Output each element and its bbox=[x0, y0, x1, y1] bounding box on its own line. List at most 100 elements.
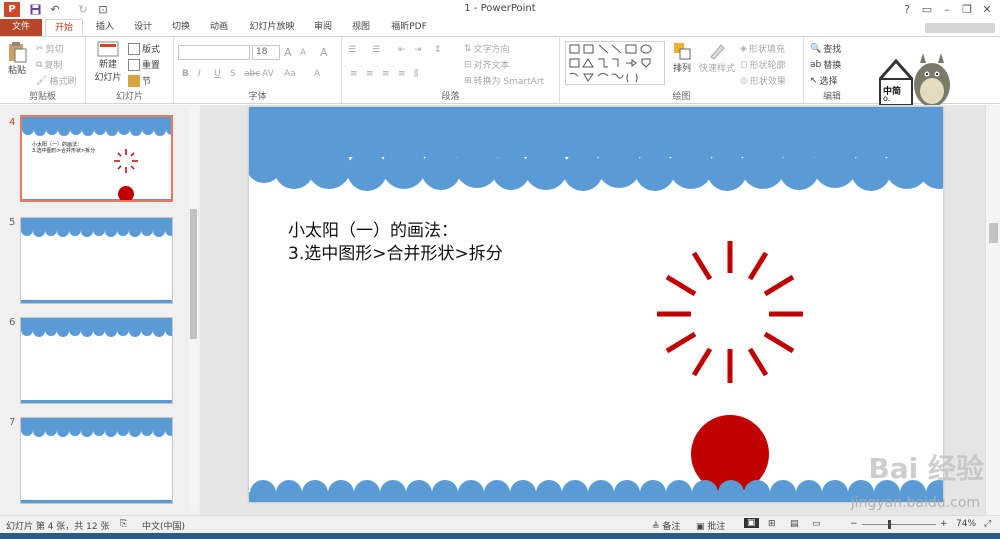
select-button[interactable]: ↖ 选择 bbox=[810, 74, 838, 88]
section-label: 节 bbox=[142, 77, 152, 87]
slideshow-view-icon[interactable]: ▭ bbox=[812, 519, 821, 529]
zoom-in-button[interactable]: + bbox=[940, 519, 948, 529]
slide-count-status: 幻灯片 第 4 张，共 12 张 bbox=[6, 522, 110, 532]
bullets-button[interactable]: ☰ bbox=[348, 45, 356, 55]
thumbnail-text: 小太阳（一）的画法： 3.选中图形>合并形状>拆分 bbox=[32, 142, 95, 154]
align-center-button[interactable]: ≡ bbox=[366, 69, 374, 79]
restore-button[interactable]: ❐ bbox=[958, 2, 976, 17]
cut-button[interactable]: ✂ 剪切 bbox=[36, 42, 64, 56]
increase-indent-button[interactable]: ⇥ bbox=[414, 45, 422, 55]
new-slide-button[interactable]: 新建 幻灯片 bbox=[90, 41, 126, 83]
tab-home[interactable]: 开始 bbox=[45, 19, 83, 36]
shapes-gallery[interactable] bbox=[565, 41, 665, 85]
zoom-level[interactable]: 74% bbox=[956, 519, 976, 529]
decrease-indent-button[interactable]: ⇤ bbox=[398, 45, 406, 55]
tab-animations[interactable]: 动画 bbox=[204, 19, 234, 36]
align-left-button[interactable]: ≡ bbox=[350, 69, 358, 79]
font-size-combo[interactable]: 18 bbox=[252, 45, 280, 60]
fit-to-window-icon[interactable]: ⤢ bbox=[984, 519, 991, 529]
reading-view-icon[interactable]: ▤ bbox=[790, 519, 799, 529]
shadow-button[interactable]: S bbox=[230, 69, 236, 79]
underline-button[interactable]: U bbox=[214, 69, 221, 79]
columns-button[interactable]: ⫼ bbox=[414, 69, 418, 79]
tab-transitions[interactable]: 切换 bbox=[166, 19, 196, 36]
numbering-button[interactable]: ☰ bbox=[372, 45, 380, 55]
window-title: 1 - PowerPoint bbox=[464, 3, 536, 14]
change-case-button[interactable]: Aa bbox=[284, 69, 296, 79]
shape-effects-button[interactable]: ◎ 形状效果 bbox=[740, 74, 786, 88]
copy-button[interactable]: ⧉ 复制 bbox=[36, 58, 62, 72]
character-spacing-button[interactable]: AV bbox=[262, 69, 274, 79]
slide-thumbnail-7[interactable] bbox=[20, 417, 173, 504]
justify-button[interactable]: ≡ bbox=[398, 69, 406, 79]
notes-button[interactable]: ≜ 备注 bbox=[652, 519, 680, 532]
slide-sorter-view-icon[interactable]: ⊞ bbox=[768, 519, 776, 529]
zoom-out-button[interactable]: − bbox=[850, 519, 858, 529]
clear-formatting-button[interactable]: A bbox=[320, 46, 328, 59]
language-status[interactable]: 中文(中国) bbox=[142, 519, 185, 532]
tab-foxit-pdf[interactable]: 福昕PDF bbox=[386, 19, 432, 36]
zoom-slider-thumb[interactable] bbox=[888, 520, 891, 529]
tab-file[interactable]: 文件 bbox=[0, 19, 42, 36]
status-bar: 幻灯片 第 4 张，共 12 张 ⎘ 中文(中国) ≜ 备注 ▣ 批注 ▣ ⊞ … bbox=[0, 515, 1000, 533]
help-button[interactable]: ? bbox=[898, 2, 916, 17]
strikethrough-button[interactable]: abc bbox=[244, 69, 260, 79]
slide-text-box[interactable]: 小太阳（一）的画法： 3.选中图形>合并形状>拆分 bbox=[288, 220, 503, 266]
minimize-button[interactable]: – bbox=[938, 2, 956, 17]
redo-icon[interactable]: ↻ bbox=[76, 2, 90, 17]
tab-review[interactable]: 审阅 bbox=[308, 19, 338, 36]
fill-icon: ◈ bbox=[740, 43, 747, 54]
undo-icon[interactable]: ↶ bbox=[48, 2, 62, 17]
zoom-slider[interactable] bbox=[862, 524, 936, 525]
layout-button[interactable]: 版式 bbox=[128, 42, 160, 55]
brush-icon: 🖌 bbox=[36, 75, 48, 86]
bold-button[interactable]: B bbox=[182, 69, 189, 79]
italic-button[interactable]: I bbox=[198, 69, 201, 79]
user-account[interactable] bbox=[925, 23, 995, 33]
tab-design[interactable]: 设计 bbox=[128, 19, 158, 36]
tab-slideshow[interactable]: 幻灯片放映 bbox=[243, 19, 301, 36]
text-direction-button[interactable]: ⇅ 文字方向 bbox=[464, 42, 510, 56]
line-spacing-button[interactable]: ↕ bbox=[434, 45, 442, 55]
start-presentation-icon[interactable]: ⊡ bbox=[96, 2, 110, 17]
font-color-button[interactable]: A bbox=[314, 69, 320, 79]
align-text-button[interactable]: ⊟ 对齐文本 bbox=[464, 58, 510, 72]
line-spacing-icon: ↕ bbox=[434, 45, 442, 55]
find-button[interactable]: 🔍 查找 bbox=[810, 42, 841, 56]
normal-view-icon[interactable]: ▣ bbox=[744, 518, 759, 528]
slide-thumbnail-5[interactable] bbox=[20, 217, 173, 304]
slides-group: 新建 幻灯片 版式 重置 节 幻灯片 bbox=[86, 37, 174, 103]
shrink-font-button[interactable]: A bbox=[300, 48, 306, 58]
format-painter-button[interactable]: 🖌 格式刷 bbox=[36, 74, 76, 88]
reset-label: 重置 bbox=[142, 61, 161, 71]
grow-font-button[interactable]: A bbox=[284, 46, 292, 59]
replace-button[interactable]: ab 替换 bbox=[810, 58, 841, 72]
shape-fill-button[interactable]: ◈ 形状填充 bbox=[740, 42, 785, 56]
slide-vertical-scrollbar[interactable] bbox=[985, 105, 1000, 515]
tab-view[interactable]: 视图 bbox=[346, 19, 376, 36]
close-button[interactable]: ✕ bbox=[978, 2, 996, 17]
comments-button[interactable]: ▣ 批注 bbox=[696, 519, 725, 532]
reset-button[interactable]: 重置 bbox=[128, 58, 160, 71]
tab-insert[interactable]: 插入 bbox=[90, 19, 120, 36]
find-icon: 🔍 bbox=[810, 43, 822, 54]
shape-outline-button[interactable]: ◻ 形状轮廓 bbox=[740, 58, 786, 72]
slide-thumbnail-4[interactable]: 小太阳（一）的画法： 3.选中图形>合并形状>拆分 bbox=[20, 115, 173, 202]
section-button[interactable]: 节 bbox=[128, 74, 151, 87]
thumbnail-scrollbar-thumb[interactable] bbox=[190, 209, 197, 339]
arrange-button[interactable]: 排列 bbox=[670, 41, 694, 74]
justify-icon: ≡ bbox=[398, 69, 406, 79]
align-right-button[interactable]: ≡ bbox=[382, 69, 390, 79]
slide-thumbnail-6[interactable] bbox=[20, 317, 173, 404]
thumbnail-line-2: 3.选中图形>合并形状>拆分 bbox=[32, 148, 96, 154]
convert-smartart-button[interactable]: ⊞ 转换为 SmartArt bbox=[464, 74, 544, 88]
thumbnail-scrollbar[interactable] bbox=[189, 109, 198, 511]
spell-check-icon[interactable]: ⎘ bbox=[120, 519, 127, 529]
slide-scrollbar-thumb[interactable] bbox=[989, 223, 998, 243]
font-name-combo[interactable] bbox=[178, 45, 250, 60]
current-slide[interactable]: 小太阳（一）的画法： 3.选中图形>合并形状>拆分 bbox=[249, 107, 943, 502]
paste-button[interactable]: 粘贴 bbox=[5, 41, 29, 76]
ribbon-display-options-button[interactable]: ▭ bbox=[918, 2, 936, 17]
save-icon[interactable] bbox=[28, 2, 42, 17]
quick-styles-button[interactable]: 快速样式 bbox=[698, 41, 736, 74]
